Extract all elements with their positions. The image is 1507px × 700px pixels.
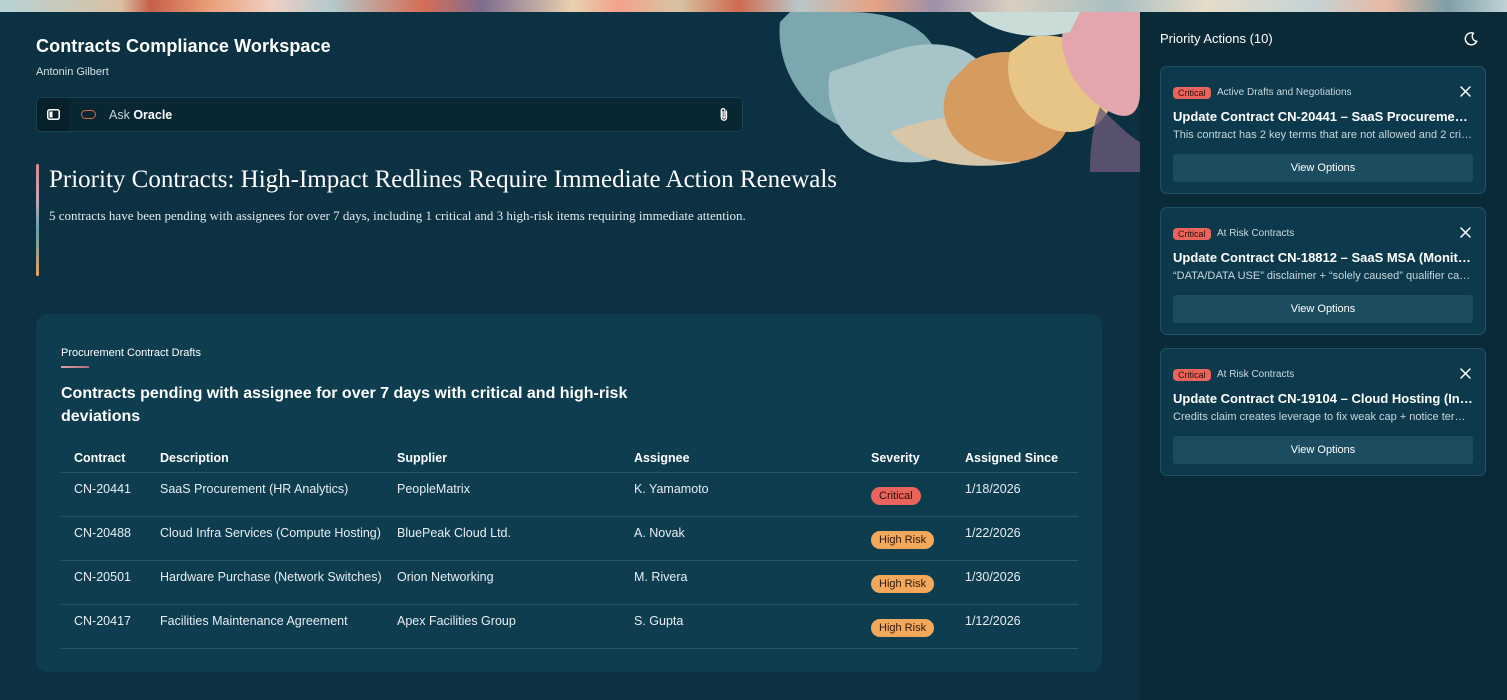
column-header[interactable]: Supplier: [384, 444, 621, 473]
severity-cell: High Risk: [858, 516, 952, 561]
action-category: Active Drafts and Negotiations: [1217, 87, 1352, 98]
priority-action-card: Critical Active Drafts and Negotiations …: [1160, 66, 1486, 194]
assigned-since: 1/18/2026: [952, 472, 1078, 517]
contracts-table: Contract Description Supplier Assignee S…: [61, 444, 1078, 649]
assignee: M. Rivera: [621, 560, 858, 605]
decorative-artwork: [779, 12, 1140, 172]
close-icon[interactable]: [1460, 368, 1471, 379]
action-description: “DATA/DATA USE” disclaimer + “solely cau…: [1173, 270, 1473, 282]
headline-accent-bar: [36, 164, 39, 276]
close-icon[interactable]: [1460, 86, 1471, 97]
contracts-card: Procurement Contract Drafts Contracts pe…: [36, 314, 1102, 672]
critical-badge: Critical: [1173, 369, 1211, 381]
column-header[interactable]: Contract: [61, 444, 147, 473]
workspace-header: Contracts Compliance Workspace Antonin G…: [36, 36, 331, 78]
action-title: Update Contract CN-19104 – Cloud Hosting…: [1173, 391, 1473, 406]
sidebar-toggle-icon: [46, 109, 60, 120]
assignee: S. Gupta: [621, 604, 858, 649]
main-panel: Contracts Compliance Workspace Antonin G…: [0, 12, 1140, 700]
severity-cell: High Risk: [858, 604, 952, 649]
contract-description: Cloud Infra Services (Compute Hosting): [147, 516, 384, 561]
contract-id: CN-20501: [61, 560, 147, 605]
paperclip-icon[interactable]: [718, 107, 730, 122]
action-category: At Risk Contracts: [1217, 369, 1295, 380]
severity-cell: High Risk: [858, 560, 952, 605]
view-options-button[interactable]: View Options: [1173, 295, 1473, 323]
column-header[interactable]: Assignee: [621, 444, 858, 473]
action-description: Credits claim creates leverage to fix we…: [1173, 411, 1473, 423]
assigned-since: 1/30/2026: [952, 560, 1078, 605]
table-row[interactable]: CN-20501 Hardware Purchase (Network Swit…: [61, 560, 1078, 605]
headline-summary: 5 contracts have been pending with assig…: [49, 208, 746, 223]
table-row[interactable]: CN-20488 Cloud Infra Services (Compute H…: [61, 516, 1078, 561]
severity-cell: Critical: [858, 472, 952, 517]
priority-action-card: Critical At Risk Contracts Update Contra…: [1160, 207, 1486, 335]
supplier: Apex Facilities Group: [384, 604, 621, 649]
card-eyebrow: Procurement Contract Drafts: [61, 347, 201, 359]
action-description: This contract has 2 key terms that are n…: [1173, 129, 1473, 141]
headline-title: Priority Contracts: High-Impact Redlines…: [49, 166, 838, 193]
contract-description: Facilities Maintenance Agreement: [147, 604, 384, 649]
ask-oracle-input[interactable]: Ask Oracle: [36, 97, 743, 132]
critical-badge: Critical: [1173, 87, 1211, 99]
priority-actions-panel: Priority Actions (10) Critical Active Dr…: [1140, 12, 1507, 700]
table-header-row: Contract Description Supplier Assignee S…: [61, 444, 1078, 473]
table-row[interactable]: CN-20417 Facilities Maintenance Agreemen…: [61, 604, 1078, 649]
page-title: Contracts Compliance Workspace: [36, 36, 331, 56]
severity-badge: Critical: [871, 487, 921, 505]
critical-badge: Critical: [1173, 228, 1211, 240]
contract-description: SaaS Procurement (HR Analytics): [147, 472, 384, 517]
close-icon[interactable]: [1460, 227, 1471, 238]
action-title: Update Contract CN-18812 – SaaS MSA (Mon…: [1173, 250, 1473, 265]
priority-headline: Priority Contracts: High-Impact Redlines…: [36, 164, 839, 276]
view-options-button[interactable]: View Options: [1173, 436, 1473, 464]
assigned-since: 1/22/2026: [952, 516, 1078, 561]
action-title: Update Contract CN-20441 – SaaS Procurem…: [1173, 109, 1473, 124]
user-name: Antonin Gilbert: [36, 66, 109, 78]
ask-placeholder: Ask Oracle: [109, 107, 173, 122]
severity-badge: High Risk: [871, 531, 935, 549]
assignee: A. Novak: [621, 516, 858, 561]
column-header[interactable]: Severity: [858, 444, 952, 473]
severity-badge: High Risk: [871, 575, 935, 593]
column-header[interactable]: Description: [147, 444, 384, 473]
severity-badge: High Risk: [871, 619, 935, 637]
view-options-button[interactable]: View Options: [1173, 154, 1473, 182]
supplier: Orion Networking: [384, 560, 621, 605]
supplier: PeopleMatrix: [384, 472, 621, 517]
oracle-logo-icon: [81, 110, 96, 119]
supplier: BluePeak Cloud Ltd.: [384, 516, 621, 561]
assignee: K. Yamamoto: [621, 472, 858, 517]
priority-action-card: Critical At Risk Contracts Update Contra…: [1160, 348, 1486, 476]
eyebrow-underline: [61, 366, 89, 368]
sidebar-toggle-button[interactable]: [37, 98, 69, 131]
decorative-banner-strip: [0, 0, 1507, 12]
action-category: At Risk Contracts: [1217, 228, 1295, 239]
contract-id: CN-20488: [61, 516, 147, 561]
contract-description: Hardware Purchase (Network Switches): [147, 560, 384, 605]
assigned-since: 1/12/2026: [952, 604, 1078, 649]
card-title: Contracts pending with assignee for over…: [61, 385, 628, 425]
table-row[interactable]: CN-20441 SaaS Procurement (HR Analytics)…: [61, 472, 1078, 517]
moon-icon[interactable]: [1463, 31, 1479, 47]
contract-id: CN-20441: [61, 472, 147, 517]
priority-actions-title: Priority Actions (10): [1160, 31, 1273, 46]
contract-id: CN-20417: [61, 604, 147, 649]
column-header[interactable]: Assigned Since: [952, 444, 1078, 473]
